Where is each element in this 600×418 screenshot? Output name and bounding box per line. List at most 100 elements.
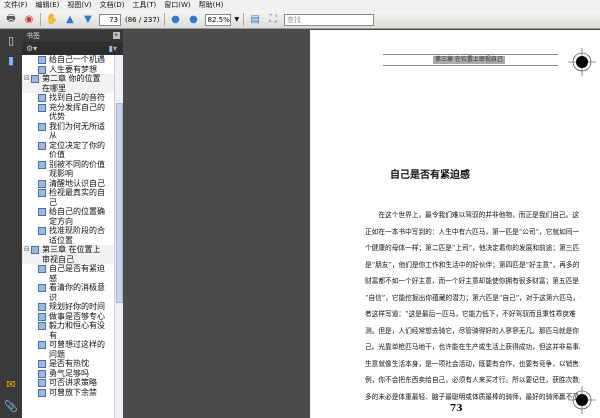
bookmark-icon: [38, 103, 46, 112]
zoom-in-icon[interactable]: ●: [187, 13, 201, 27]
running-header: 第三章 在位置上审视自己: [383, 54, 558, 66]
bookmark-item[interactable]: 清醒地认识自己: [22, 179, 123, 189]
export-icon[interactable]: ◉: [22, 13, 36, 27]
bookmark-label: 找准现阶段的合适位置: [49, 226, 105, 245]
bookmarks-panel: 书签 ▸ ⚙▾ ▮▾ 给自己一个机遇 人生要有梦想 ⊟ 第二章 你的位置在哪里 找到自己…: [22, 30, 123, 418]
bookmark-item[interactable]: ⊟ 第二章 你的位置在哪里: [22, 74, 123, 93]
hand-tool-icon[interactable]: ✋: [45, 13, 59, 27]
menu-file[interactable]: 文件(F): [0, 0, 32, 11]
text-line: 个健康的母体一样；第二匹是“上司”，他决定着你的发展和前途；第三匹: [365, 244, 580, 252]
bookmark-label: 第二章 你的位置在哪里: [42, 74, 101, 93]
bookmark-icon: [38, 179, 46, 188]
menu-window[interactable]: 窗口(W): [160, 0, 194, 11]
next-page-icon[interactable]: ▼: [81, 13, 95, 27]
bookmark-item[interactable]: 做事是否够专心: [22, 312, 123, 322]
menu-edit[interactable]: 编辑(E): [32, 0, 64, 11]
text-line: 生意就像生活本身，是一项社会活动，既要有合作，也要有竞争，以销售为: [365, 359, 580, 368]
attachments-icon[interactable]: 📎: [4, 400, 18, 414]
bookmark-label: 我们为何无所适从: [49, 121, 105, 141]
bookmark-icon: [38, 122, 46, 131]
page-number: 73: [450, 404, 463, 414]
bookmark-item[interactable]: 是否有热忱: [22, 359, 123, 369]
search-input[interactable]: 查找: [284, 13, 375, 26]
new-bookmark-icon[interactable]: ▮▾: [109, 42, 117, 55]
bookmark-label: 清醒地认识自己: [49, 178, 105, 188]
divider: [243, 13, 245, 26]
bookmark-icon: [38, 160, 46, 169]
body-text: 在这个世界上，最令我们难以驾驭的并非他物，而正是我们自己。这 正如在一本书中写到的…: [365, 207, 580, 405]
bookmark-item[interactable]: 可否讲求策略: [22, 378, 123, 388]
bookmark-item[interactable]: 人生要有梦想: [22, 65, 123, 75]
menu-bar: 文件(F) 编辑(E) 视图(V) 文档(D) 工具(T) 窗口(W) 帮助(H…: [0, 0, 600, 11]
collapse-icon[interactable]: ⊟: [24, 74, 31, 93]
bookmark-item[interactable]: 给自己一个机遇: [22, 55, 123, 65]
bookmark-item[interactable]: 规划好你的时间: [22, 302, 123, 312]
options-icon[interactable]: ⚙▾: [26, 44, 37, 53]
menu-tools[interactable]: 工具(T): [129, 0, 161, 11]
text-line: 正如在一本书中写到的：人生中有六匹马，第一匹是“公司”，它就如同一: [365, 227, 580, 236]
panel-title: 书签: [26, 32, 40, 40]
bookmark-icon: [38, 303, 46, 311]
previous-page-icon[interactable]: ▲: [63, 13, 77, 27]
zoom-dropdown-icon[interactable]: ▼: [235, 16, 240, 23]
bookmark-label: 可否讲求策略: [49, 378, 97, 387]
bookmark-item[interactable]: 给自己的位置确定方向: [22, 207, 123, 226]
scrollbar[interactable]: [114, 55, 123, 418]
bookmark-item[interactable]: 毅力和恒心有没有: [22, 321, 123, 340]
bookmark-item[interactable]: 找到自己的音符: [22, 93, 123, 103]
bookmark-icon: [38, 265, 46, 273]
zoom-out-icon[interactable]: ●: [169, 13, 183, 27]
print-icon[interactable]: 🖶: [4, 13, 18, 27]
bookmark-label: 可曾想过这样的问题: [49, 340, 105, 359]
navigation-strip: ▯ ▮ ✉ 📎: [0, 30, 22, 418]
bookmark-label: 第三章 在位置上审视自己: [42, 245, 101, 264]
bookmark-label: 给自己一个机遇: [49, 55, 105, 64]
bookmark-icon: [38, 189, 46, 197]
comments-icon[interactable]: ✉: [4, 378, 18, 392]
bookmark-item[interactable]: 充分发挥自己的优势: [22, 103, 123, 122]
scrollbar-thumb[interactable]: [116, 103, 123, 303]
text-line: 测。但是，人们经常想去骑它，尽管骑得好的人寥寥无几。那匹马就是你自: [365, 326, 580, 335]
bookmark-item[interactable]: 可曾放下余禁: [22, 388, 123, 398]
bookmark-item[interactable]: 我们为何无所适从: [22, 122, 123, 141]
bookmark-item[interactable]: 检视最真实的自己: [22, 188, 123, 207]
menu-document[interactable]: 文档(D): [96, 0, 129, 11]
toolbar: 🖶 ◉ ✋ ▲ ▼ 73 (86 / 237) ● ● 82.5% ▼ ▤ ⛶ …: [0, 11, 600, 29]
bookmark-label: 定位决定了你的价值: [49, 140, 105, 160]
bookmark-item[interactable]: ⊟ 第三章 在位置上审视自己: [22, 245, 123, 264]
bookmark-icon: [38, 341, 46, 349]
bookmark-label: 找到自己的音符: [49, 93, 105, 102]
menu-help[interactable]: 帮助(H): [195, 0, 228, 11]
bookmark-item[interactable]: 看清你的消极意识: [22, 283, 123, 302]
page-number-input[interactable]: 73: [99, 13, 121, 26]
text-line: 多的未必是体重最轻、脑子最聪明或体质最棒的骑师，最好的骑师赢不了: [365, 392, 579, 401]
fit-width-icon[interactable]: ⛶: [266, 13, 280, 27]
menu-view[interactable]: 视图(V): [63, 0, 95, 11]
bookmark-label: 自己是否有紧迫感: [49, 264, 105, 283]
panel-toolbar: ⚙▾ ▮▾: [22, 42, 123, 55]
bookmark-label: 可曾放下余禁: [49, 387, 97, 397]
collapse-icon[interactable]: ⊟: [24, 245, 31, 264]
bookmark-item[interactable]: 定位决定了你的价值: [22, 141, 123, 160]
page-count: (86 / 237): [125, 15, 160, 24]
bookmark-item[interactable]: 可曾想过这样的问题: [22, 340, 123, 359]
panel-menu-icon[interactable]: ▸: [113, 32, 120, 39]
divider: [163, 13, 165, 26]
running-header-text: 第三章 在位置上审视自己: [433, 56, 505, 64]
fit-page-icon[interactable]: ▤: [248, 13, 262, 27]
bookmark-item[interactable]: 找准现阶段的合适位置: [22, 226, 123, 245]
bookmark-icon: [31, 75, 39, 83]
bookmark-icon: [31, 246, 39, 254]
text-line: “自信”，它能挖掘出你蕴藏的潜力；第六匹是“自己”，对于这第六匹马，作: [365, 293, 580, 302]
bookmarks-icon[interactable]: ▮: [4, 54, 18, 68]
pages-icon[interactable]: ▯: [4, 34, 18, 48]
zoom-input[interactable]: 82.5%: [204, 13, 231, 26]
text-line: 在这个世界上，最令我们难以驾驭的并非他物，而正是我们自己。这: [365, 211, 579, 219]
divider: [40, 13, 41, 26]
bookmark-label: 做事是否够专心: [49, 311, 105, 321]
bookmark-item[interactable]: 勇气足够吗: [22, 369, 123, 379]
bookmark-item[interactable]: 自己是否有紧迫感: [22, 264, 123, 283]
bookmark-item[interactable]: 别被不同的价值观影响: [22, 160, 123, 179]
bookmark-label: 给自己的位置确定方向: [49, 207, 105, 226]
text-line: 是“朋友”，他们是你工作和生活中的好伙伴；第四匹是“好主意”，再多的: [365, 260, 580, 269]
